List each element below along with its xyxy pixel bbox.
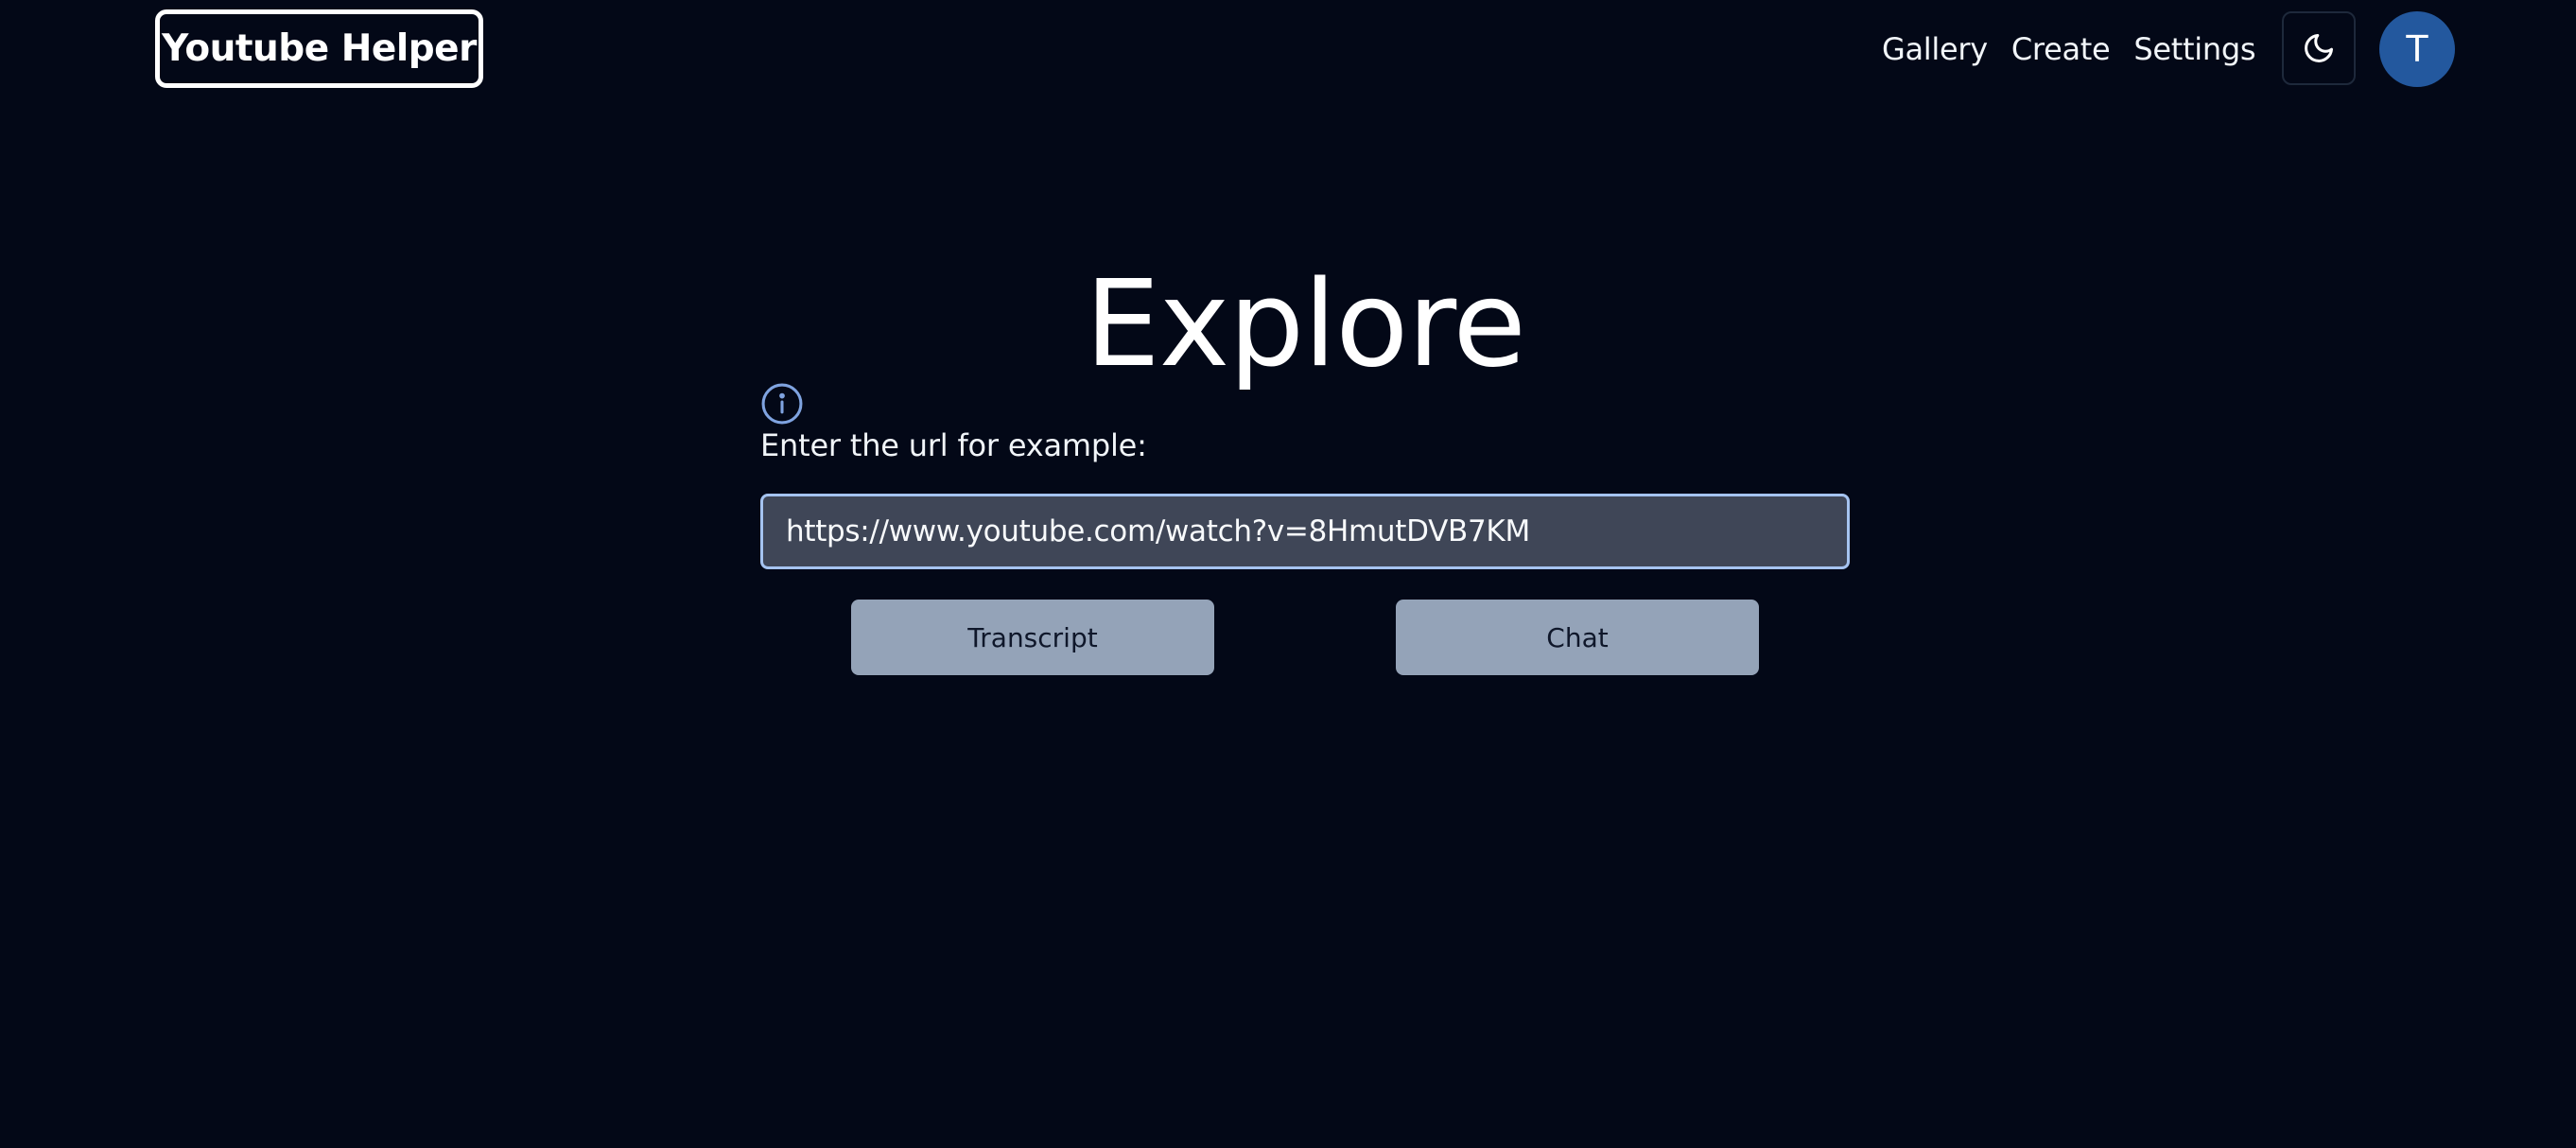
navbar: Youtube Helper Gallery Create Settings T — [0, 0, 2576, 98]
info-icon[interactable] — [760, 382, 804, 426]
url-label: Enter the url for example: — [760, 427, 1147, 463]
chat-button[interactable]: Chat — [1396, 600, 1759, 675]
app-logo[interactable]: Youtube Helper — [155, 9, 483, 88]
theme-toggle-button[interactable] — [2282, 11, 2356, 85]
url-input[interactable] — [760, 494, 1850, 569]
main-nav: Gallery Create Settings — [1882, 26, 2256, 72]
nav-create-link[interactable]: Create — [2011, 31, 2111, 67]
nav-settings-link[interactable]: Settings — [2133, 31, 2255, 67]
transcript-button[interactable]: Transcript — [851, 600, 1214, 675]
page-title: Explore — [1085, 254, 1526, 393]
moon-icon — [2305, 34, 2333, 62]
nav-gallery-link[interactable]: Gallery — [1882, 31, 1988, 67]
user-avatar[interactable]: T — [2379, 11, 2455, 87]
